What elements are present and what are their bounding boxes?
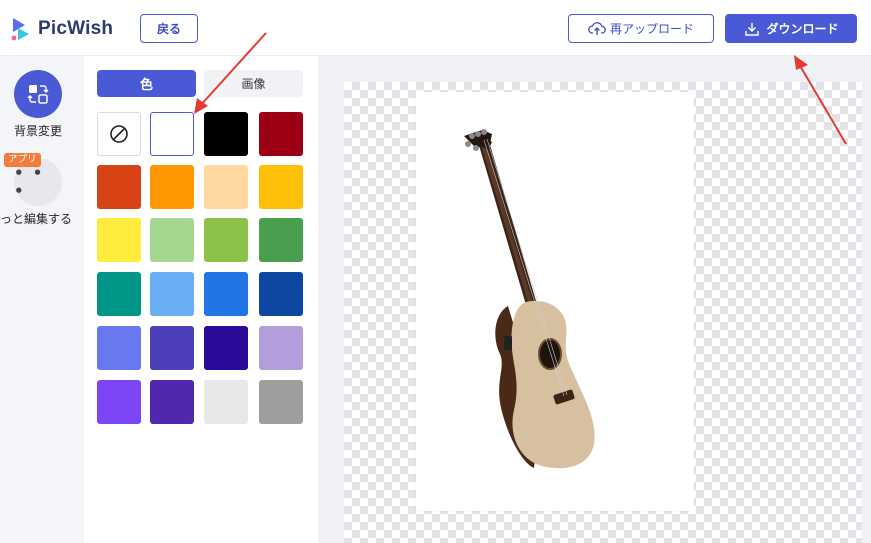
back-button[interactable]: 戻る	[140, 14, 198, 43]
color-swatch[interactable]	[259, 326, 303, 370]
color-swatch[interactable]	[97, 272, 141, 316]
more-edit-label: っと編集する	[0, 212, 73, 226]
color-swatch[interactable]	[204, 112, 248, 156]
tool-rail: 背景変更 • • • アプリ っと編集する	[0, 56, 84, 543]
color-swatch[interactable]	[150, 112, 194, 156]
color-swatch[interactable]	[259, 380, 303, 424]
color-swatch[interactable]	[97, 218, 141, 262]
color-swatch[interactable]	[204, 380, 248, 424]
tab-color[interactable]: 色	[97, 70, 196, 97]
color-swatch[interactable]	[259, 272, 303, 316]
change-background-button[interactable]	[14, 70, 62, 118]
color-swatch[interactable]	[204, 326, 248, 370]
app-badge: アプリ	[4, 153, 41, 167]
color-swatch[interactable]	[259, 112, 303, 156]
guitar-image	[464, 129, 595, 469]
color-swatch[interactable]	[204, 272, 248, 316]
download-button[interactable]: ダウンロード	[725, 14, 857, 43]
swap-background-icon	[27, 85, 49, 104]
color-swatch[interactable]	[150, 326, 194, 370]
tab-image[interactable]: 画像	[204, 70, 303, 97]
picwish-logo-icon	[11, 18, 29, 41]
reupload-button[interactable]: 再アップロード	[568, 14, 714, 43]
picwish-logo[interactable]: PicWish	[10, 16, 113, 42]
color-swatch[interactable]	[150, 165, 194, 209]
color-swatch[interactable]	[204, 165, 248, 209]
change-background-label: 背景変更	[13, 124, 62, 138]
no-color-icon	[110, 125, 128, 143]
color-swatch[interactable]	[150, 218, 194, 262]
logo-text: PicWish	[38, 18, 114, 39]
swatch-transparent[interactable]	[97, 112, 141, 156]
top-bar: PicWish 戻る 再アップロード ダウンロード	[0, 0, 871, 56]
color-swatch[interactable]	[97, 380, 141, 424]
color-swatch[interactable]	[150, 380, 194, 424]
reupload-label: 再アップロード	[609, 22, 694, 36]
color-swatch[interactable]	[204, 218, 248, 262]
download-label: ダウンロード	[766, 22, 839, 36]
color-swatch[interactable]	[97, 165, 141, 209]
color-swatch[interactable]	[259, 218, 303, 262]
download-icon	[745, 22, 760, 36]
color-swatch[interactable]	[259, 165, 303, 209]
color-swatch[interactable]	[150, 272, 194, 316]
color-swatch[interactable]	[97, 326, 141, 370]
background-panel: 色 画像	[84, 56, 316, 543]
cloud-upload-icon	[588, 21, 606, 35]
